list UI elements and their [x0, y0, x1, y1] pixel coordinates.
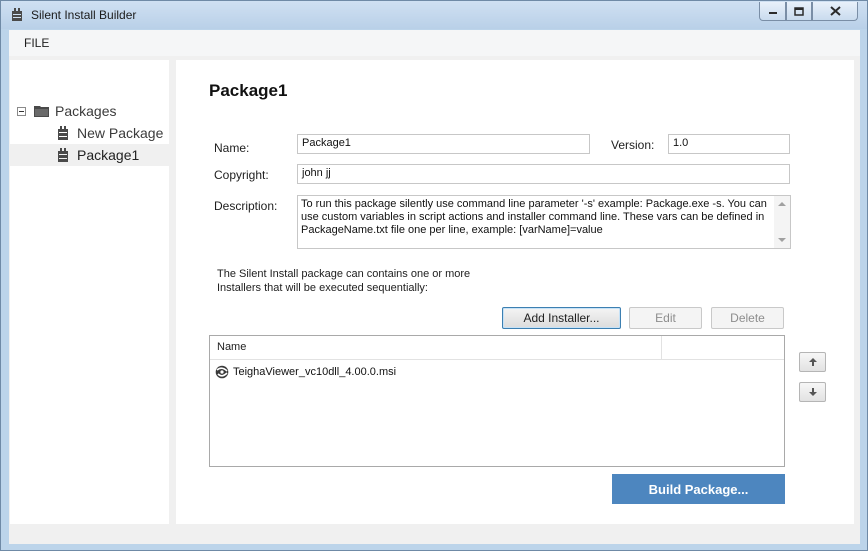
description-text: To run this package silently use command…	[301, 198, 767, 236]
title-bar[interactable]: Silent Install Builder	[1, 1, 867, 29]
edit-button[interactable]: Edit	[629, 307, 702, 329]
page-title: Package1	[209, 81, 288, 100]
move-up-button[interactable]	[799, 352, 826, 372]
package-icon	[12, 8, 22, 21]
app-window: Silent Install Builder FILE Packages New…	[0, 0, 868, 551]
name-label: Name:	[214, 141, 250, 155]
client-area: FILE Packages New Package Package1 Packa…	[9, 30, 860, 544]
package-icon	[58, 148, 68, 162]
description-scrollbar[interactable]	[774, 196, 790, 248]
scroll-down-icon[interactable]	[778, 238, 786, 242]
move-down-button[interactable]	[799, 382, 826, 402]
tree-root-packages[interactable]: Packages	[10, 100, 169, 122]
menu-file[interactable]: FILE	[24, 36, 49, 50]
description-label: Description:	[214, 199, 278, 213]
arrow-down-icon	[808, 388, 817, 396]
installers-list[interactable]: Name TeighaViewer_vc10dll_4.00.0.msi	[209, 335, 785, 467]
folder-icon	[34, 106, 49, 117]
tree-item-label: New Package	[77, 125, 164, 141]
description-textarea[interactable]: To run this package silently use command…	[297, 195, 791, 249]
close-button[interactable]	[812, 2, 858, 21]
version-input[interactable]: 1.0	[668, 134, 790, 154]
build-package-button[interactable]: Build Package...	[612, 474, 785, 504]
tree-item-label: Package1	[77, 147, 140, 163]
package-icon	[58, 126, 68, 140]
minimize-icon	[768, 12, 777, 14]
arrow-up-icon	[808, 358, 817, 366]
tree-item-package1[interactable]: Package1	[10, 144, 169, 166]
name-input[interactable]: Package1	[297, 134, 590, 154]
tree-root-label: Packages	[55, 103, 117, 119]
menu-bar: FILE	[9, 30, 860, 56]
installer-icon	[215, 365, 229, 379]
close-icon	[829, 6, 841, 16]
column-header-name[interactable]: Name	[210, 336, 662, 359]
maximize-icon	[794, 6, 804, 16]
package-tree: Packages New Package Package1	[10, 60, 169, 524]
list-header: Name	[210, 336, 784, 360]
add-installer-button[interactable]: Add Installer...	[502, 307, 621, 329]
installers-info: The Silent Install package can contains …	[217, 268, 471, 294]
copyright-label: Copyright:	[214, 168, 269, 182]
collapse-icon[interactable]	[17, 107, 26, 116]
package-editor: Package1 Name: Package1 Version: 1.0 Cop…	[176, 60, 854, 524]
minimize-button[interactable]	[759, 2, 786, 21]
window-title: Silent Install Builder	[31, 8, 137, 22]
copyright-input[interactable]: john jj	[297, 164, 790, 184]
maximize-button[interactable]	[786, 2, 812, 21]
scroll-up-icon[interactable]	[778, 202, 786, 206]
installer-name: TeighaViewer_vc10dll_4.00.0.msi	[233, 366, 397, 378]
delete-button[interactable]: Delete	[711, 307, 784, 329]
version-label: Version:	[611, 138, 655, 152]
tree-item-new-package[interactable]: New Package	[10, 122, 169, 144]
list-item[interactable]: TeighaViewer_vc10dll_4.00.0.msi	[215, 364, 396, 380]
